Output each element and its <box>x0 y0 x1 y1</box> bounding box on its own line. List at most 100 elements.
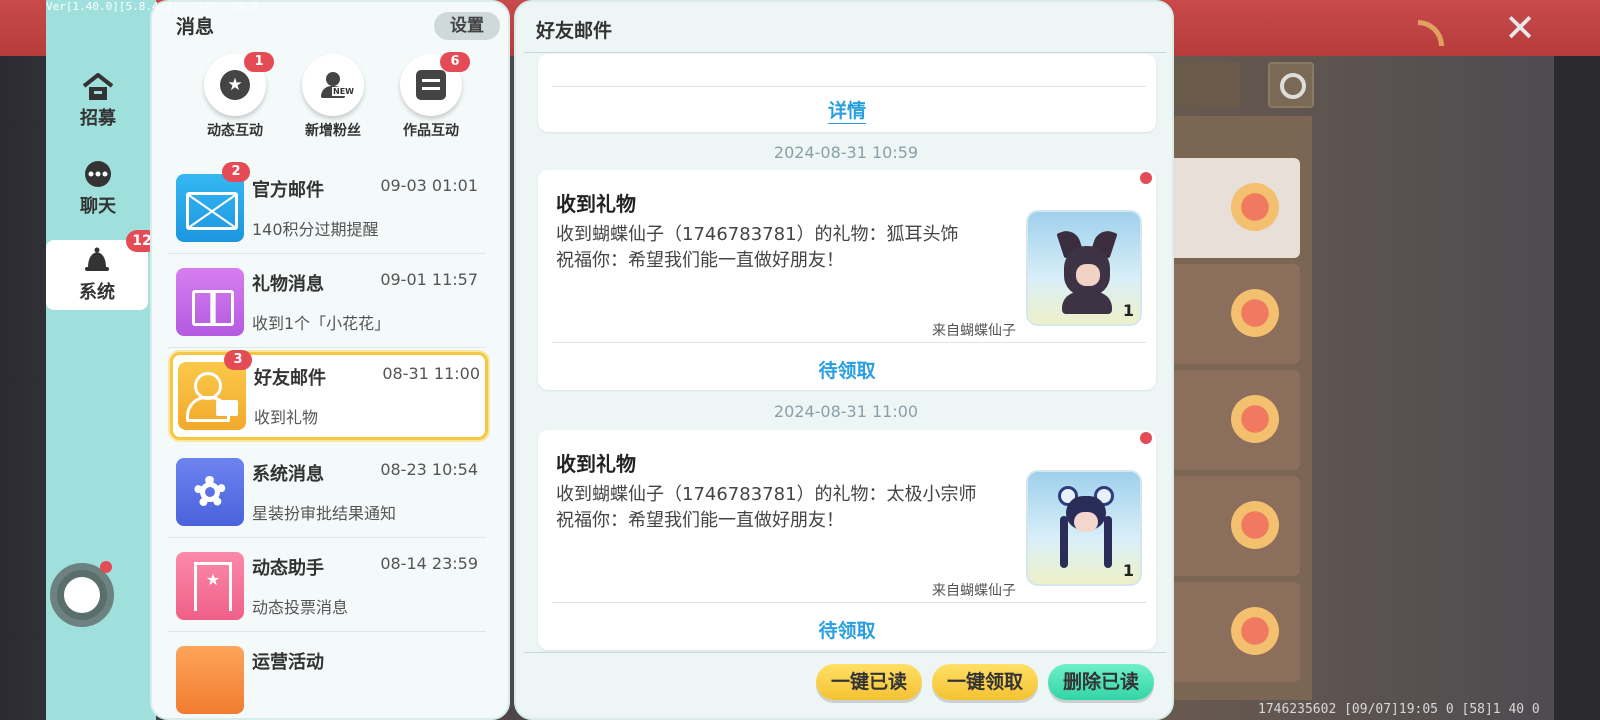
background-edge <box>1554 56 1600 720</box>
quick-action-new-followers[interactable]: NEW 新增粉丝 <box>288 54 378 140</box>
mail-body: 收到蝴蝶仙子（1746783781）的礼物：狐耳头饰 祝福你：希望我们能一直做好… <box>556 222 959 274</box>
envelope-icon <box>176 174 244 242</box>
mail-title: 收到礼物 <box>556 192 636 216</box>
background-row[interactable] <box>1160 582 1300 682</box>
claim-button[interactable]: 待领取 <box>538 356 1156 383</box>
message-name: 运营活动 <box>252 652 324 673</box>
divider <box>524 52 1166 53</box>
message-item-feed-assistant[interactable]: 动态助手 08-14 23:59 动态投票消息 <box>168 542 486 632</box>
mail-line: 收到蝴蝶仙子（1746783781）的礼物：太极小宗师 <box>556 484 977 505</box>
gift-quantity: 1 <box>1122 561 1134 580</box>
chat-bubble-icon[interactable] <box>1231 289 1279 337</box>
fox-ear-headwear-icon <box>1056 227 1118 314</box>
mail-line: 收到蝴蝶仙子（1746783781）的礼物：狐耳头饰 <box>556 224 959 245</box>
nav-label: 系统 <box>79 282 115 303</box>
message-badge: 2 <box>222 162 250 182</box>
version-text: Ver[1.40.0][5.8.4.2] FPS: 29.9 <box>46 0 258 13</box>
nav-item-system[interactable]: 12 系统 <box>46 230 158 310</box>
quick-action-label: 动态互动 <box>207 123 263 139</box>
quick-action-circle: 6 <box>400 52 470 116</box>
details-link[interactable]: 详情 <box>538 96 1156 123</box>
chat-bubble-icon[interactable] <box>1231 607 1279 655</box>
message-name: 官方邮件 <box>252 180 324 201</box>
message-item-gift[interactable]: 礼物消息 09-01 11:57 收到1个「小花花」 <box>168 258 486 348</box>
quick-action-badge: 6 <box>440 52 470 72</box>
unread-dot <box>1140 172 1152 184</box>
close-icon[interactable]: ✕ <box>1500 8 1540 48</box>
bookmark-star-icon <box>176 552 244 620</box>
mail-line: 祝福你：希望我们能一直做好朋友！ <box>556 250 844 271</box>
mail-card-previous: 详情 <box>538 54 1156 132</box>
megaphone-icon <box>176 646 244 714</box>
panel-title: 消息 <box>176 16 215 38</box>
message-name: 好友邮件 <box>254 368 326 389</box>
messages-panel: 消息 设置 1 动态互动 NEW 新增粉丝 6 作品互动 2 官方邮件 09-0… <box>150 0 510 720</box>
star-bubble-icon <box>220 70 250 100</box>
message-subtitle: 140积分过期提醒 <box>252 220 379 239</box>
message-time: 09-03 01:01 <box>380 176 478 195</box>
claim-button[interactable]: 待领取 <box>538 616 1156 643</box>
message-time: 08-23 10:54 <box>380 460 478 479</box>
message-subtitle: 动态投票消息 <box>252 598 349 617</box>
divider <box>552 602 1146 603</box>
mail-sender: 来自蝴蝶仙子 <box>932 583 1016 599</box>
mini-envelope-icon <box>216 400 238 416</box>
nav-item-recruit[interactable]: 招募 <box>46 72 150 142</box>
message-subtitle: 收到礼物 <box>254 408 319 427</box>
settings-button[interactable]: 设置 <box>434 12 500 40</box>
quick-action-label: 作品互动 <box>403 123 459 139</box>
mail-card: 收到礼物 收到蝴蝶仙子（1746783781）的礼物：太极小宗师 祝福你：希望我… <box>538 430 1156 650</box>
quick-action-feed-interactions[interactable]: 1 动态互动 <box>190 52 280 140</box>
mail-card: 收到礼物 收到蝴蝶仙子（1746783781）的礼物：狐耳头饰 祝福你：希望我们… <box>538 170 1156 390</box>
background-row[interactable] <box>1160 370 1300 470</box>
message-item-friend-mail[interactable]: 3 好友邮件 08-31 11:00 收到礼物 <box>170 350 488 440</box>
background-row[interactable] <box>1160 158 1300 258</box>
mail-line: 祝福你：希望我们能一直做好朋友！ <box>556 510 844 531</box>
notification-dot <box>100 561 112 573</box>
gift-icon <box>176 268 244 336</box>
unread-dot <box>1140 432 1152 444</box>
divider <box>552 342 1146 343</box>
document-icon <box>416 70 446 100</box>
bell-icon <box>85 247 109 271</box>
background-row[interactable] <box>1160 476 1300 576</box>
mail-body: 收到蝴蝶仙子（1746783781）的礼物：太极小宗师 祝福你：希望我们能一直做… <box>556 482 977 534</box>
delete-read-button[interactable]: 删除已读 <box>1048 664 1154 700</box>
chat-bubble-icon[interactable] <box>1231 501 1279 549</box>
divider <box>524 652 1166 653</box>
search-icon[interactable] <box>1268 62 1314 108</box>
message-badge: 3 <box>224 350 252 370</box>
mark-all-read-button[interactable]: 一键已读 <box>816 664 922 700</box>
panel-title: 好友邮件 <box>536 20 613 42</box>
message-name: 礼物消息 <box>252 274 324 295</box>
chat-bubble-icon[interactable] <box>1231 395 1279 443</box>
mail-date: 2024-08-31 11:00 <box>773 402 919 421</box>
message-subtitle: 收到1个「小花花」 <box>252 314 391 333</box>
nav-label: 招募 <box>80 108 116 129</box>
message-item-system[interactable]: 系统消息 08-23 10:54 星装扮审批结果通知 <box>168 448 486 538</box>
friend-mail-icon <box>178 362 246 430</box>
house-icon <box>82 73 114 100</box>
new-tag: NEW <box>332 87 355 96</box>
message-subtitle: 星装扮审批结果通知 <box>252 504 397 523</box>
quick-action-circle: 1 <box>204 52 274 116</box>
gift-quantity: 1 <box>1122 301 1134 320</box>
message-time: 08-14 23:59 <box>380 554 478 573</box>
background-row[interactable] <box>1160 264 1300 364</box>
quick-action-badge: 1 <box>244 52 274 72</box>
message-name: 系统消息 <box>252 464 324 485</box>
mail-date: 2024-08-31 10:59 <box>773 143 919 162</box>
message-time: 09-01 11:57 <box>380 270 478 289</box>
claim-all-button[interactable]: 一键领取 <box>932 664 1038 700</box>
nav-item-chat[interactable]: 聊天 <box>46 160 150 230</box>
quick-action-circle: NEW <box>302 54 364 116</box>
gift-thumbnail[interactable]: 1 <box>1026 470 1142 586</box>
gift-thumbnail[interactable]: 1 <box>1026 210 1142 326</box>
message-item-events[interactable]: 运营活动 <box>168 636 486 718</box>
mail-sender: 来自蝴蝶仙子 <box>932 323 1016 339</box>
quick-action-work-interactions[interactable]: 6 作品互动 <box>386 52 476 140</box>
divider <box>552 86 1146 87</box>
bun-hairstyle-icon <box>1050 486 1122 576</box>
message-item-official-mail[interactable]: 2 官方邮件 09-03 01:01 140积分过期提醒 <box>168 162 486 254</box>
chat-bubble-icon[interactable] <box>1231 183 1279 231</box>
